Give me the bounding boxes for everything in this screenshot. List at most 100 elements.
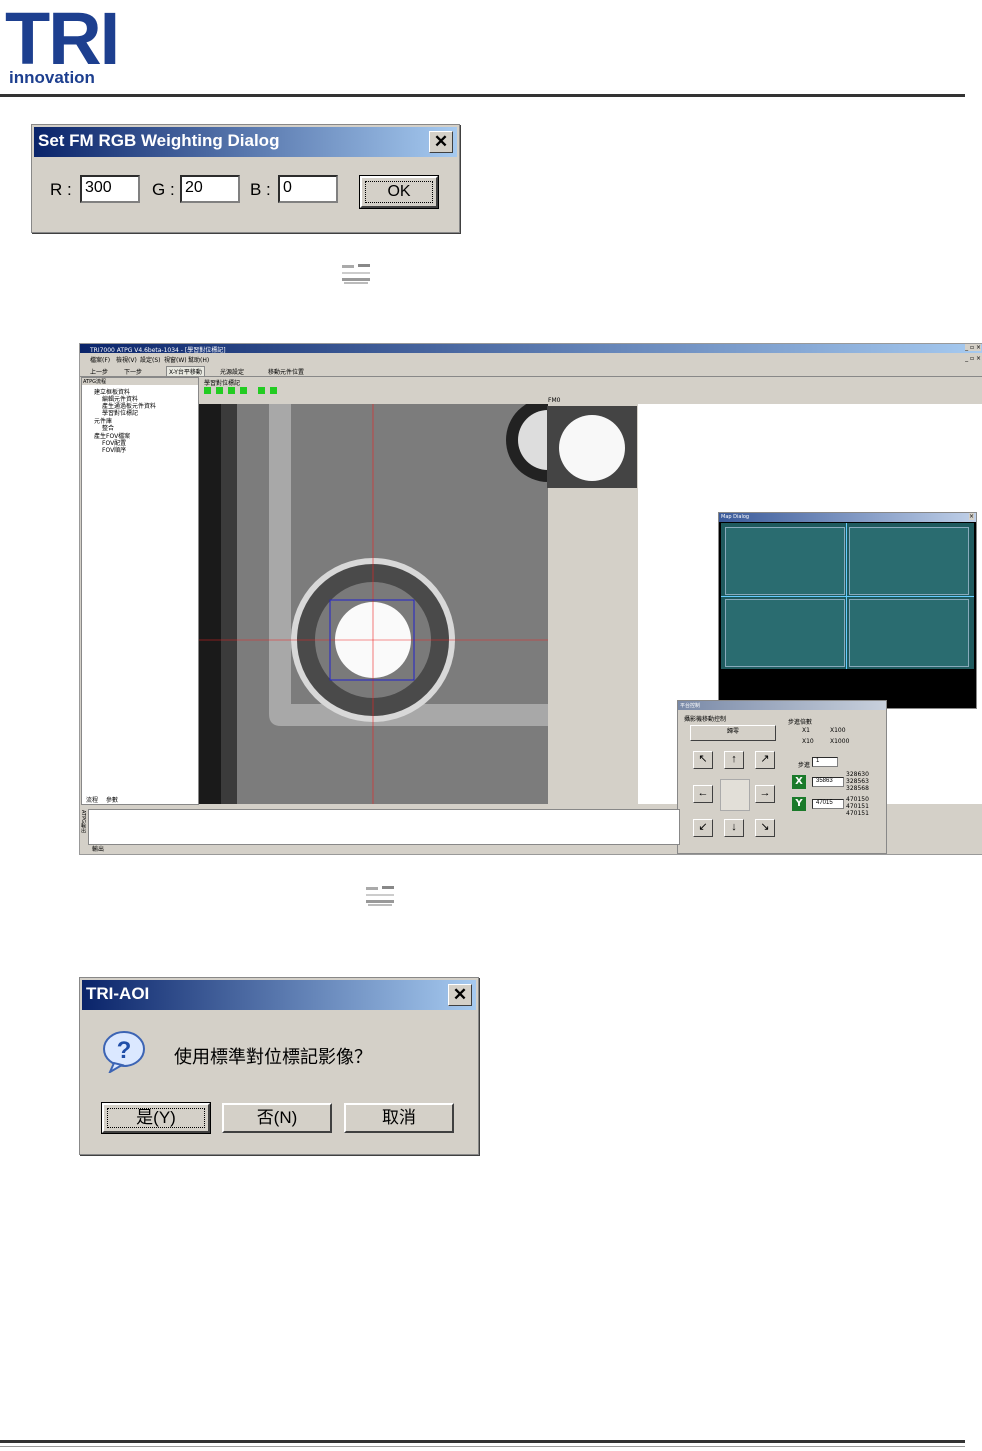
x-badge: X [792,775,806,789]
logo-subtitle: innovation [9,68,95,87]
camera-image[interactable] [199,404,548,804]
x-list-item: 328563 [846,778,869,785]
step-opt-x10[interactable]: X10 [802,738,814,745]
menu-view[interactable]: 檢視(V) [116,355,137,364]
step-input[interactable]: 1 [812,757,838,767]
arrow-down-left-icon[interactable]: ↙ [693,819,713,837]
panel-tab-params[interactable]: 參數 [106,795,118,804]
map-titlebar: Map Dialog × [719,513,976,522]
pcb-board-bl [725,599,845,667]
app-title: TRI7000 ATPG V4.6beta-1034 - [學習對位標記] [90,347,226,354]
pcb-board-br [849,599,969,667]
tree-item[interactable]: FOV順序 [102,445,126,454]
toolbar-icon [340,262,372,286]
toolbar-move-part[interactable]: 移動元件位置 [268,367,304,376]
close-icon[interactable]: ✕ [448,984,472,1006]
tool-icon[interactable] [270,387,277,394]
tool-icon[interactable] [258,387,265,394]
cancel-button[interactable]: 取消 [344,1103,454,1133]
app-menubar: 檔案(F) 檢視(V) 設定(S) 視窗(W) 幫助(H) _ ▫ × [80,354,982,364]
zero-button[interactable]: 歸零 [690,725,776,741]
tool-icon[interactable] [240,387,247,394]
pcb-board-tl [725,527,845,595]
close-icon[interactable]: ✕ [429,131,453,153]
stage-title: 平台控制 [680,703,701,709]
arrow-down-right-icon[interactable]: ↘ [755,819,775,837]
footer-rule [0,1440,965,1443]
pcb-board-tr [849,527,969,595]
stage-control-dialog: 平台控制 攝影機移動控制 歸零 ↖ ↑ ↗ ← → ↙ ↓ ↘ 步進倍數 X1 … [677,700,887,854]
atpg-app-window: TRI7000 ATPG V4.6beta-1034 - [學習對位標記] _ … [79,343,982,855]
menu-help[interactable]: 幫助(H) [188,355,209,364]
step-opt-x100[interactable]: X100 [830,727,846,734]
y-input[interactable]: 47015 [812,799,844,809]
image-toolbar [204,387,278,395]
toolbar-light[interactable]: 光源設定 [220,367,244,376]
tool-icon[interactable] [228,387,235,394]
panel-tab-flow[interactable]: 流程 [86,795,98,804]
logo-text: TRI [5,0,120,80]
arrow-right-icon[interactable]: → [755,785,775,803]
r-label: R : [50,180,72,199]
step-opt-x1[interactable]: X1 [802,727,810,734]
b-input[interactable]: 0 [278,175,338,203]
menu-file[interactable]: 檔案(F) [90,355,110,364]
g-input[interactable]: 20 [180,175,240,203]
output-tab[interactable]: 輸出 [92,844,104,853]
map-dialog: Map Dialog × [718,512,977,709]
map-close-icon[interactable]: × [968,513,974,520]
g-label: G : [152,180,175,199]
toolbar-prev[interactable]: 上一步 [90,367,108,376]
app-titlebar: TRI7000 ATPG V4.6beta-1034 - [學習對位標記] _ … [80,344,982,354]
atpg-flow-panel: ATPG流程 建立框板資料 編輯元件資料 產生通過板元件資料 學習對位標記 元件… [81,377,199,805]
step-label: 步進 [798,762,811,769]
toolbar-xy-move[interactable]: X-Y台平移動 [166,366,205,377]
map-crosshair-h [721,596,974,597]
dialog-titlebar: Set FM RGB Weighting Dialog ✕ [34,127,457,157]
stage-titlebar: 平台控制 [678,701,886,710]
y-badge: Y [792,797,806,811]
x-list-item: 328630 [846,771,869,778]
x-input[interactable]: 35863 [812,777,844,787]
map-title: Map Dialog [721,514,750,520]
step-opt-x1000[interactable]: X1000 [830,738,849,745]
panel-title: ATPG流程 [83,379,106,385]
map-crosshair-v [846,523,847,669]
dialog-title: TRI-AOI [86,984,150,1003]
toolbar-next[interactable]: 下一步 [124,367,142,376]
svg-text:?: ? [117,1037,132,1064]
doc-tab[interactable]: 學習對位標記 [204,378,240,387]
mdi-controls-icon[interactable]: _ ▫ × [965,355,981,362]
app-toolbar: 上一步 下一步 X-Y台平移動 光源設定 移動元件位置 [80,364,982,377]
ok-button[interactable]: OK [359,175,439,209]
arrow-up-right-icon[interactable]: ↗ [755,751,775,769]
dialog-message: 使用標準對位標記影像？ [174,1047,372,1067]
pcb-map-image[interactable] [721,523,974,669]
dialog-titlebar: TRI-AOI ✕ [82,980,476,1010]
tri-aoi-dialog: TRI-AOI ✕ ? 使用標準對位標記影像？ 是(Y) 否(N) 取消 [79,977,479,1155]
menu-settings[interactable]: 設定(S) [140,355,161,364]
menu-window[interactable]: 視窗(W) [164,355,187,364]
fm-label: FM0 [548,397,561,404]
footer-rule-thin [0,1446,965,1447]
pcb-pad-graphic [199,404,548,804]
tool-icon[interactable] [204,387,211,394]
dialog-title: Set FM RGB Weighting Dialog [38,131,280,150]
yes-button[interactable]: 是(Y) [101,1102,211,1134]
r-input[interactable]: 300 [80,175,140,203]
stage-group-label: 攝影機移動控制 [684,716,727,723]
b-label: B : [250,180,271,199]
window-controls-icon[interactable]: _ ▫ × [965,344,981,351]
no-button[interactable]: 否(N) [222,1103,332,1133]
tool-icon[interactable] [216,387,223,394]
step-group-label: 步進倍數 [788,719,813,726]
zero-label: 歸零 [726,729,739,735]
arrow-up-left-icon[interactable]: ↖ [693,751,713,769]
focus-rect [107,1108,205,1128]
arrow-up-icon[interactable]: ↑ [724,751,744,769]
output-panel [88,809,680,845]
y-list-item: 470151 [846,810,869,817]
arrow-left-icon[interactable]: ← [693,785,713,803]
cancel-label: 取消 [382,1108,416,1127]
arrow-down-icon[interactable]: ↓ [724,819,744,837]
